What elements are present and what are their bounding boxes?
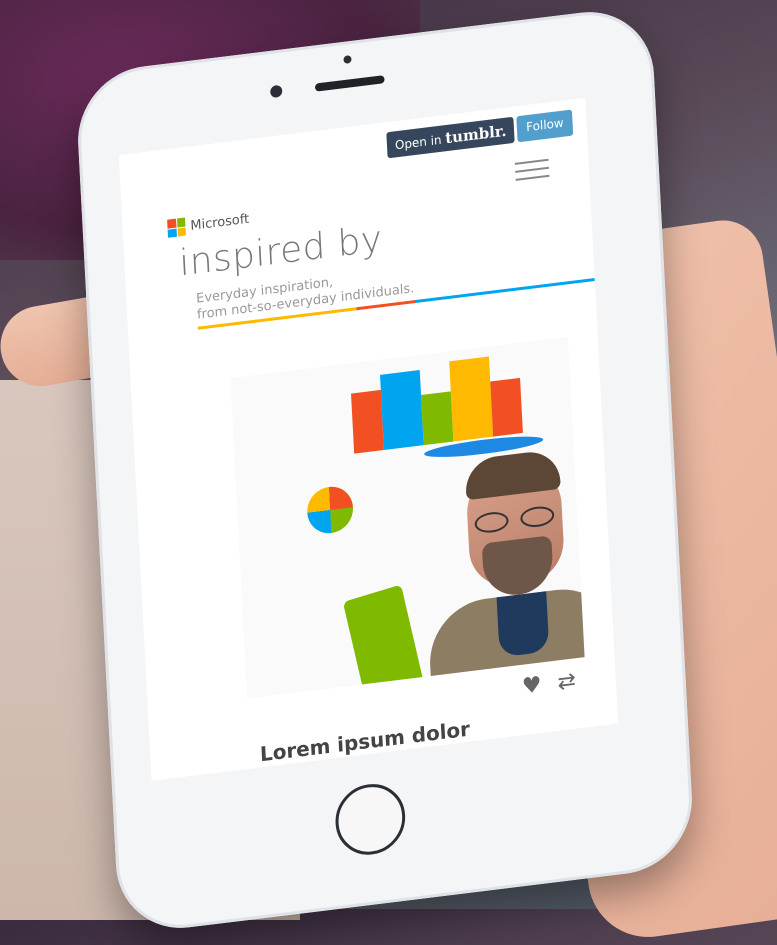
- follow-button[interactable]: Follow: [516, 109, 574, 143]
- home-button[interactable]: [333, 780, 407, 859]
- portrait-person: [419, 435, 585, 699]
- phone-speaker: [314, 75, 385, 92]
- post-actions: ♥ ⇄: [521, 668, 576, 700]
- doodle-green-book: [342, 584, 426, 699]
- doodle-target: [306, 484, 355, 536]
- phone-sensor: [343, 55, 352, 65]
- phone-front-camera: [269, 84, 283, 99]
- microsoft-logo[interactable]: Microsoft: [167, 210, 250, 238]
- hamburger-menu-icon[interactable]: [514, 153, 550, 187]
- microsoft-wordmark: Microsoft: [190, 211, 250, 234]
- post-image[interactable]: [230, 336, 585, 699]
- phone-device: Open in tumblr. Follow Microsoft inspire…: [74, 4, 696, 936]
- microsoft-logo-icon: [167, 217, 186, 238]
- open-in-tumblr-button[interactable]: Open in tumblr.: [386, 116, 516, 159]
- heart-icon[interactable]: ♥: [521, 672, 542, 699]
- tumblr-bar: Open in tumblr. Follow: [386, 109, 574, 159]
- reblog-icon[interactable]: ⇄: [557, 668, 577, 695]
- tumblr-wordmark: tumblr.: [444, 121, 507, 148]
- post-title[interactable]: Lorem ipsum dolor: [259, 717, 470, 767]
- phone-screen: Open in tumblr. Follow Microsoft inspire…: [118, 97, 619, 781]
- open-in-label: Open in: [394, 132, 442, 153]
